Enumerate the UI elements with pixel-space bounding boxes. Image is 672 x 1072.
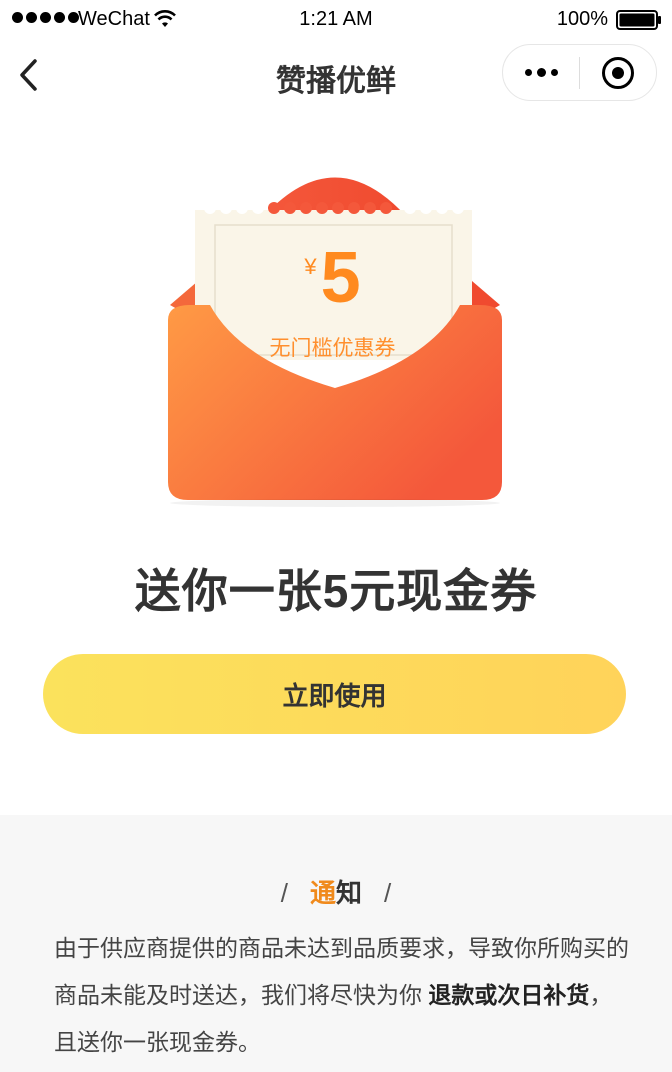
notice-text-bold: 退款或次日补货 [428, 982, 590, 1008]
currency-symbol: ¥ [304, 254, 317, 279]
coupon-amount: ¥5 [195, 237, 470, 319]
title-divider-left: / [280, 878, 288, 908]
battery-percentage: 100% [556, 8, 608, 30]
battery-icon [616, 10, 661, 30]
notice-title-rest: 知 [336, 878, 363, 908]
notice-section: / 通知 / 由于供应商提供的商品未达到品质要求，导致你所购买的商品未能及时送达，我… [0, 815, 672, 1072]
notice-title: / 通知 / [0, 873, 672, 910]
nav-bar: 赞播优鲜 [0, 40, 672, 110]
title-divider-right: / [384, 878, 392, 908]
more-button[interactable] [503, 45, 579, 100]
coupon-value: 5 [320, 238, 361, 318]
headline: 送你一张5元现金券 [134, 565, 538, 617]
status-bar: WeChat 1:21 AM 100% [0, 0, 672, 40]
mini-program-capsule [502, 44, 657, 101]
coupon-description: 无门槛优惠券 [269, 337, 396, 360]
notice-body: 由于供应商提供的商品未达到品质要求，导致你所购买的商品未能及时送达，我们将尽快为… [54, 925, 629, 1066]
target-icon [601, 56, 634, 89]
notice-title-highlight: 通 [309, 878, 336, 908]
use-now-button[interactable]: 立即使用 [43, 654, 626, 734]
close-button[interactable] [580, 45, 656, 100]
page: WeChat 1:21 AM 100% 赞播优鲜 ¥5 无门槛优惠券 送你一张5… [0, 0, 672, 1072]
